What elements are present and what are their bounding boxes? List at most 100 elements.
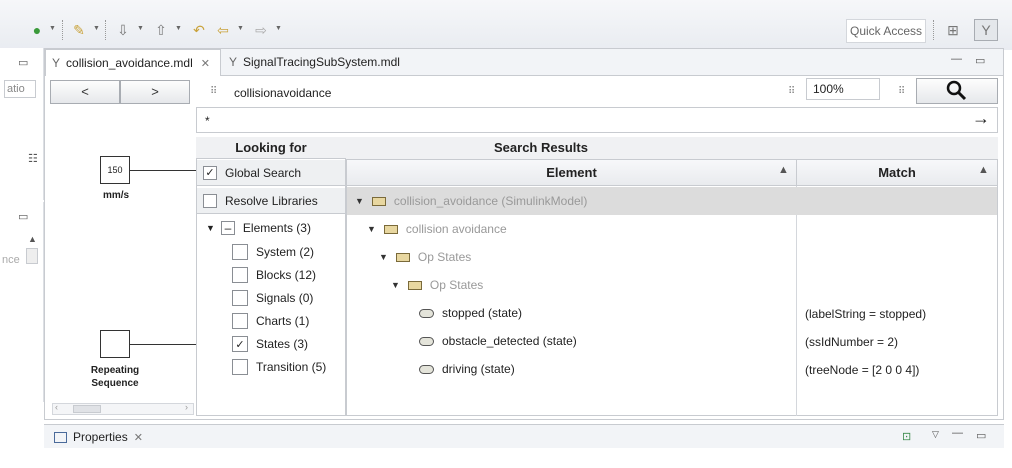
toolbar-separator bbox=[62, 20, 63, 40]
resolve-libraries-checkbox[interactable]: Resolve Libraries bbox=[197, 188, 345, 214]
back-icon[interactable]: ⇦ bbox=[214, 21, 232, 39]
grip-icon: ⠿ bbox=[898, 86, 906, 97]
dropdown-arrow-icon[interactable]: ▼ bbox=[49, 25, 56, 32]
tree-item[interactable]: Transition (5) bbox=[232, 359, 326, 375]
model-path: collisionavoidance bbox=[234, 86, 332, 100]
dropdown-arrow-icon[interactable]: ▼ bbox=[275, 25, 282, 32]
view-menu-icon[interactable]: ▽ bbox=[932, 429, 939, 440]
sort-icon[interactable]: ▲ bbox=[778, 164, 789, 176]
expand-arrow-icon[interactable]: ▼ bbox=[206, 223, 215, 233]
element-column-header[interactable]: Element bbox=[346, 159, 797, 186]
zoom-input[interactable]: 100% bbox=[806, 78, 880, 100]
side-field-text: nce bbox=[2, 254, 20, 266]
tree-item[interactable]: System (2) bbox=[232, 244, 314, 260]
tree-item[interactable]: Charts (1) bbox=[232, 313, 309, 329]
looking-for-header: Looking for bbox=[196, 137, 346, 159]
result-row[interactable]: obstacle_detected (state) bbox=[347, 327, 997, 355]
signal-line bbox=[130, 344, 196, 345]
dropdown-arrow-icon[interactable]: ▼ bbox=[137, 25, 144, 32]
dropdown-arrow-icon[interactable]: ▼ bbox=[93, 25, 100, 32]
result-match: (ssIdNumber = 2) bbox=[805, 335, 899, 349]
result-row[interactable]: ▼ Op States bbox=[347, 243, 997, 271]
properties-icon bbox=[54, 431, 67, 443]
last-edit-icon[interactable]: ↶ bbox=[190, 21, 208, 39]
result-row[interactable]: ▼ Op States bbox=[347, 271, 997, 299]
subsystem-icon bbox=[407, 280, 422, 290]
checkbox-label: Global Search bbox=[225, 165, 302, 180]
checkbox[interactable]: ✓ bbox=[232, 336, 248, 352]
tree-item[interactable]: Blocks (12) bbox=[232, 267, 316, 283]
back-button[interactable]: < bbox=[50, 80, 120, 104]
match-column-header[interactable]: Match bbox=[796, 159, 998, 186]
checkbox[interactable] bbox=[232, 290, 248, 306]
minimize-icon[interactable]: — bbox=[952, 427, 963, 439]
grip-icon: ⠿ bbox=[788, 86, 796, 97]
scroll-left-icon[interactable]: ‹ bbox=[55, 402, 58, 412]
quick-access-input[interactable]: Quick Access bbox=[846, 19, 926, 43]
checkbox[interactable] bbox=[232, 244, 248, 260]
sort-icon[interactable]: ▲ bbox=[978, 164, 989, 176]
repeating-sequence-block[interactable] bbox=[100, 330, 130, 358]
scrollbar-thumb[interactable] bbox=[73, 405, 101, 413]
checkbox[interactable] bbox=[203, 193, 217, 208]
next-annotation-icon[interactable]: ⇩ bbox=[114, 21, 132, 39]
maximize-icon[interactable]: ▭ bbox=[975, 54, 985, 67]
search-filter-input[interactable]: * bbox=[196, 107, 998, 133]
partial-checkbox[interactable]: – bbox=[220, 221, 235, 235]
close-icon[interactable]: ✕ bbox=[201, 57, 210, 70]
search-button[interactable] bbox=[916, 78, 998, 104]
block-label: mm/s bbox=[102, 190, 130, 201]
scroll-right-icon[interactable]: › bbox=[185, 402, 188, 412]
forward-icon[interactable]: ⇨ bbox=[252, 21, 270, 39]
result-row[interactable]: ▼ collision avoidance bbox=[347, 215, 997, 243]
tree-item[interactable]: Signals (0) bbox=[232, 290, 313, 306]
tree-label: Transition (5) bbox=[256, 360, 327, 374]
tab-signal-tracing[interactable]: Y SignalTracingSubSystem.mdl bbox=[223, 49, 406, 75]
dropdown-arrow-icon[interactable]: ▼ bbox=[175, 25, 182, 32]
expand-arrow-icon[interactable]: ▼ bbox=[367, 224, 376, 234]
properties-view-bar bbox=[44, 424, 1004, 448]
maximize-icon[interactable]: ▭ bbox=[976, 429, 986, 442]
pin-icon[interactable]: ✎ bbox=[70, 21, 88, 39]
result-match: (labelString = stopped) bbox=[805, 307, 927, 321]
forward-button[interactable]: > bbox=[120, 80, 190, 104]
result-element: driving (state) bbox=[442, 362, 515, 376]
grip-icon: ⠿ bbox=[210, 86, 218, 97]
maximize-icon[interactable]: ▭ bbox=[18, 56, 28, 69]
tab-collision-avoidance[interactable]: Y collision_avoidance.mdl ✕ bbox=[45, 49, 221, 76]
search-icon bbox=[946, 80, 967, 101]
open-perspective-icon[interactable]: ⊞ bbox=[944, 21, 962, 39]
pin-view-icon[interactable]: ⊡ bbox=[902, 430, 911, 443]
tab-properties[interactable]: Properties ✕ bbox=[54, 430, 143, 444]
new-run-icon[interactable]: ● bbox=[28, 21, 46, 39]
tree-label: System (2) bbox=[256, 245, 315, 259]
expand-arrow-icon[interactable]: ▼ bbox=[379, 252, 388, 262]
tree-node-elements[interactable]: ▼ – Elements (3) bbox=[206, 221, 311, 235]
horizontal-scrollbar[interactable]: ‹ › bbox=[52, 402, 194, 415]
dropdown-arrow-icon[interactable]: ▼ bbox=[237, 25, 244, 32]
expand-arrow-icon[interactable]: ▼ bbox=[355, 196, 364, 206]
checkbox[interactable] bbox=[232, 359, 248, 375]
result-element: collision_avoidance (SimulinkModel) bbox=[393, 194, 588, 208]
scroll-up-icon[interactable]: ▲ bbox=[28, 234, 37, 244]
maximize-icon[interactable]: ▭ bbox=[18, 210, 28, 223]
global-search-checkbox[interactable]: ✓ Global Search bbox=[197, 160, 345, 186]
perspective-icon[interactable]: Y bbox=[974, 19, 998, 41]
expand-arrow-icon[interactable]: ▼ bbox=[391, 280, 400, 290]
state-icon bbox=[419, 336, 434, 346]
toolbar-separator bbox=[933, 20, 934, 40]
checkbox[interactable] bbox=[232, 313, 248, 329]
minimize-icon[interactable]: — bbox=[951, 53, 962, 65]
block-label: Repeating bbox=[90, 365, 140, 376]
result-row[interactable]: ▼ collision_avoidance (SimulinkModel) bbox=[347, 187, 997, 215]
tree-item[interactable]: ✓ States (3) bbox=[232, 336, 308, 352]
checkbox[interactable] bbox=[232, 267, 248, 283]
checkbox[interactable]: ✓ bbox=[203, 165, 217, 180]
tree-icon[interactable]: ☷ bbox=[28, 152, 38, 165]
prev-annotation-icon[interactable]: ⇧ bbox=[152, 21, 170, 39]
scrollbar-thumb[interactable] bbox=[26, 248, 38, 264]
go-arrow-icon[interactable]: → bbox=[972, 108, 990, 129]
side-field[interactable]: atio bbox=[4, 80, 36, 98]
close-icon[interactable]: ✕ bbox=[134, 431, 143, 444]
constant-block[interactable]: 150 bbox=[100, 156, 130, 184]
